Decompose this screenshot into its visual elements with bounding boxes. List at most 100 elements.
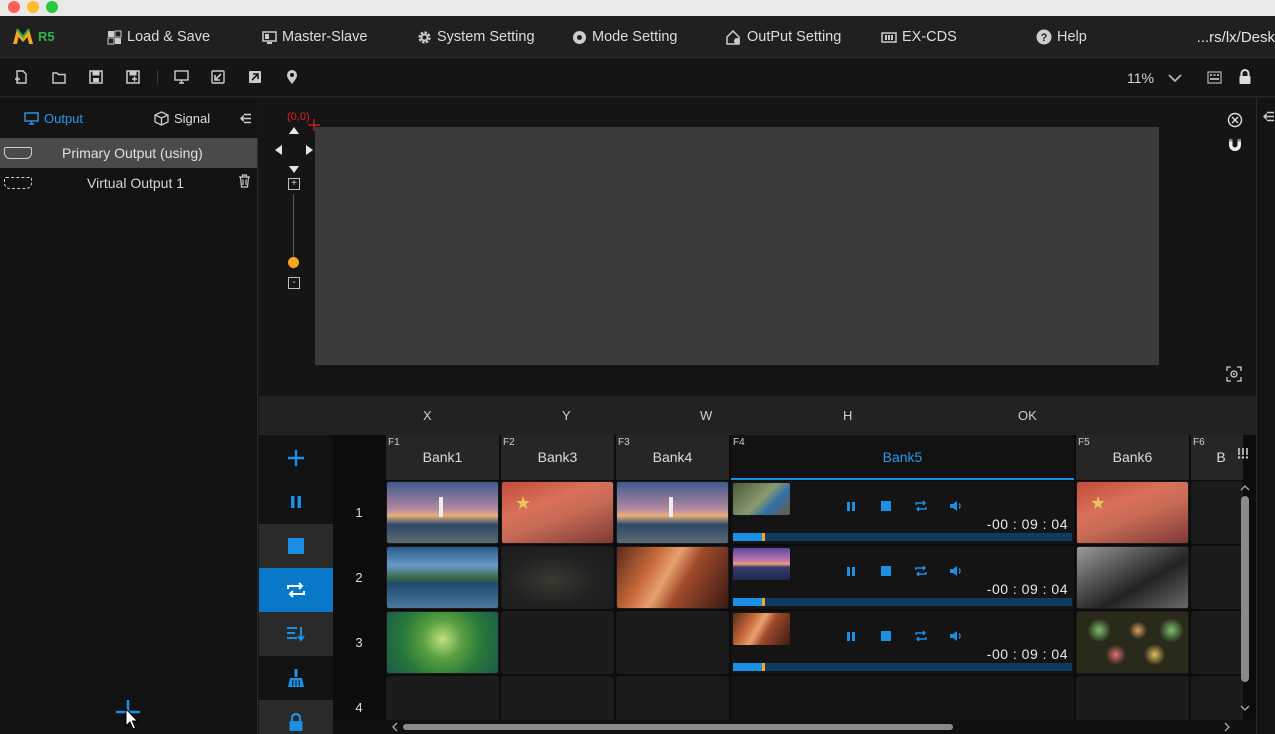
close-window-button[interactable] <box>8 1 20 13</box>
volume-icon[interactable] <box>949 564 963 578</box>
bank-header-active[interactable]: F4 Bank5 <box>731 435 1074 480</box>
column-settings-icon[interactable] <box>1237 447 1249 459</box>
media-cell[interactable]: ★ <box>1076 481 1189 544</box>
media-cell-empty[interactable] <box>1191 611 1243 674</box>
open-folder-icon[interactable] <box>51 69 67 85</box>
progress-bar[interactable] <box>733 598 1072 606</box>
media-cell-empty[interactable] <box>616 611 729 674</box>
media-cell[interactable] <box>616 481 729 544</box>
media-cell[interactable] <box>1076 611 1189 674</box>
loop-icon[interactable] <box>914 499 928 513</box>
media-cell[interactable] <box>1076 546 1189 609</box>
vertical-scrollbar[interactable] <box>1240 484 1250 720</box>
menu-mode-setting[interactable]: Mode Setting <box>571 16 677 58</box>
coord-w-label[interactable]: W <box>700 396 712 435</box>
media-cell-empty[interactable] <box>501 611 614 674</box>
trash-icon[interactable] <box>238 174 251 191</box>
output-screen[interactable] <box>315 127 1159 365</box>
lock-bank-button[interactable] <box>259 700 333 734</box>
add-bank-button[interactable] <box>259 436 333 480</box>
stop-icon[interactable] <box>879 629 893 643</box>
loop-icon[interactable] <box>914 564 928 578</box>
bank-header[interactable]: F1 Bank1 <box>386 435 499 480</box>
coord-x-label[interactable]: X <box>423 396 432 435</box>
horizontal-scrollbar[interactable] <box>333 720 1256 734</box>
media-player[interactable]: -00 : 09 : 04 <box>731 546 1074 609</box>
coord-y-label[interactable]: Y <box>562 396 571 435</box>
canvas-area[interactable]: (0,0) + - <box>259 98 1256 396</box>
media-cell[interactable] <box>386 481 499 544</box>
volume-icon[interactable] <box>949 499 963 513</box>
scroll-up-icon[interactable] <box>1240 484 1250 492</box>
media-cell[interactable] <box>501 546 614 609</box>
output-item-virtual[interactable]: Virtual Output 1 <box>0 168 257 198</box>
chevron-down-icon[interactable] <box>1168 70 1182 86</box>
keyboard-icon[interactable] <box>1206 69 1222 85</box>
stop-all-button[interactable] <box>259 524 333 568</box>
bank-header[interactable]: F2 Bank3 <box>501 435 614 480</box>
progress-marker[interactable] <box>761 533 765 541</box>
zoom-control[interactable]: 11% <box>1127 59 1182 97</box>
sequence-button[interactable] <box>259 612 333 656</box>
scroll-right-icon[interactable] <box>1223 722 1231 732</box>
media-cell-empty[interactable] <box>1191 676 1243 720</box>
progress-bar[interactable] <box>733 663 1072 671</box>
stop-icon[interactable] <box>879 564 893 578</box>
save-icon[interactable] <box>88 69 104 85</box>
save-as-icon[interactable] <box>125 69 141 85</box>
media-cell-empty[interactable] <box>1191 546 1243 609</box>
monitor-icon[interactable] <box>173 69 189 85</box>
close-circle-icon[interactable] <box>1227 112 1243 128</box>
scroll-thumb[interactable] <box>1241 496 1249 682</box>
media-cell-empty[interactable] <box>501 676 614 720</box>
media-cell[interactable] <box>616 546 729 609</box>
scroll-thumb[interactable] <box>403 724 953 730</box>
media-cell-empty[interactable] <box>731 676 1074 720</box>
coord-h-label[interactable]: H <box>843 396 852 435</box>
pause-icon[interactable] <box>844 564 858 578</box>
tab-signal[interactable]: Signal <box>154 98 210 138</box>
menu-system-setting[interactable]: System Setting <box>416 16 535 58</box>
collapse-panel-icon[interactable] <box>240 98 252 138</box>
pause-all-button[interactable] <box>259 480 333 524</box>
pause-icon[interactable] <box>844 629 858 643</box>
media-cell-empty[interactable] <box>616 676 729 720</box>
menu-output-setting[interactable]: OutPut Setting <box>726 16 841 58</box>
media-cell-empty[interactable] <box>1076 676 1189 720</box>
magnet-icon[interactable] <box>1227 137 1243 153</box>
pan-arrows-icon[interactable] <box>274 126 314 174</box>
add-output-button[interactable] <box>115 699 141 734</box>
pause-icon[interactable] <box>844 499 858 513</box>
collapse-right-icon[interactable] <box>1263 111 1275 122</box>
zoom-out-button[interactable]: - <box>288 277 300 289</box>
menu-master-slave[interactable]: Master-Slave <box>261 16 367 58</box>
media-cell[interactable]: ★ <box>501 481 614 544</box>
menu-ex-cds[interactable]: EX-CDS <box>881 16 957 58</box>
location-pin-icon[interactable] <box>284 69 300 85</box>
zoom-slider-knob[interactable] <box>288 257 299 268</box>
output-item-primary[interactable]: Primary Output (using) <box>0 138 257 168</box>
lock-icon[interactable] <box>1237 69 1253 85</box>
tab-output[interactable]: Output <box>24 98 83 138</box>
progress-bar[interactable] <box>733 533 1072 541</box>
loop-toggle-button[interactable] <box>259 568 333 612</box>
media-cell-empty[interactable] <box>386 676 499 720</box>
loop-icon[interactable] <box>914 629 928 643</box>
progress-marker[interactable] <box>761 663 765 671</box>
media-cell[interactable] <box>386 546 499 609</box>
zoom-in-button[interactable]: + <box>288 178 300 190</box>
bank-header[interactable]: F5 Bank6 <box>1076 435 1189 480</box>
zoom-window-button[interactable] <box>46 1 58 13</box>
ok-button[interactable]: OK <box>1018 396 1037 435</box>
volume-icon[interactable] <box>949 629 963 643</box>
media-cell[interactable] <box>386 611 499 674</box>
clear-button[interactable] <box>259 656 333 700</box>
stop-icon[interactable] <box>879 499 893 513</box>
menu-load-save[interactable]: Load & Save <box>106 16 210 58</box>
bank-header[interactable]: F6 B <box>1191 435 1243 480</box>
menu-help[interactable]: ? Help <box>1036 16 1087 58</box>
minimize-window-button[interactable] <box>27 1 39 13</box>
scroll-left-icon[interactable] <box>391 722 399 732</box>
export-icon[interactable] <box>247 69 263 85</box>
progress-marker[interactable] <box>761 598 765 606</box>
